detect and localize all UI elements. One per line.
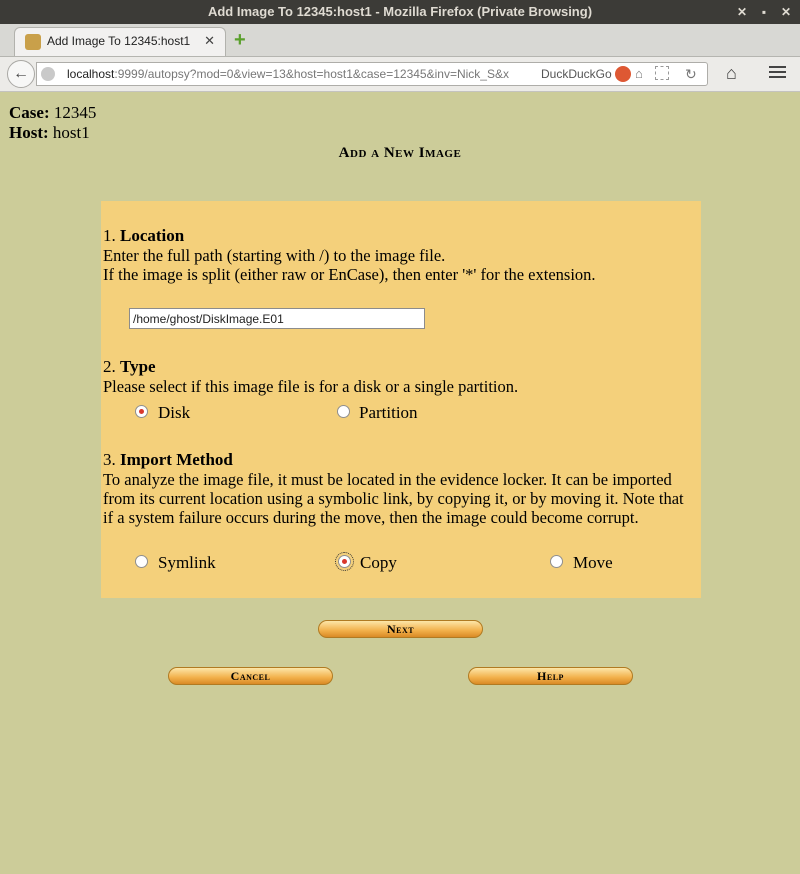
autopsy-favicon-icon [25, 34, 41, 50]
disk-radio[interactable] [135, 405, 148, 418]
qr-code-icon[interactable] [655, 66, 669, 80]
minimize-icon[interactable]: ✕ [734, 4, 750, 20]
move-radio-label: Move [573, 553, 613, 572]
url-text[interactable]: localhost:9999/autopsy?mod=0&view=13&hos… [67, 67, 509, 81]
window-title: Add Image To 12345:host1 - Mozilla Firef… [207, 4, 593, 19]
url-bar[interactable]: localhost:9999/autopsy?mod=0&view=13&hos… [36, 62, 708, 86]
tab-strip: Add Image To 12345:host1 ✕ + [0, 24, 800, 57]
symlink-radio-label: Symlink [158, 553, 216, 572]
new-tab-icon[interactable]: + [234, 30, 246, 50]
case-label: Case: [9, 103, 50, 122]
url-path: :9999/autopsy?mod=0&view=13&host=host1&c… [114, 67, 509, 81]
type-description: Please select if this image file is for … [103, 377, 519, 396]
host-label: Host: [9, 123, 49, 142]
add-image-form: 1. Location Enter the full path (startin… [101, 201, 701, 598]
navigation-bar: ← localhost:9999/autopsy?mod=0&view=13&h… [0, 57, 800, 92]
host-value: host1 [52, 123, 90, 142]
location-split-note: If the image is split (either raw or EnC… [103, 265, 596, 284]
copy-radio-label: Copy [360, 553, 397, 572]
window-controls: ✕ ▪ ✕ [734, 0, 794, 24]
back-arrow-icon: ← [13, 65, 29, 82]
location-section-title: 1. Location [103, 226, 185, 245]
location-instructions: Enter the full path (starting with /) to… [103, 246, 446, 265]
type-section-title: 2. Type [103, 357, 156, 376]
symlink-radio[interactable] [135, 555, 148, 568]
import-section-title: 3. Import Method [103, 450, 233, 469]
partition-radio[interactable] [337, 405, 350, 418]
cancel-button[interactable]: Cancel [168, 667, 333, 685]
browser-tab[interactable]: Add Image To 12345:host1 ✕ [14, 27, 226, 56]
home-small-icon[interactable]: ⌂ [635, 66, 643, 81]
import-description: To analyze the image file, it must be lo… [103, 470, 684, 527]
image-path-input[interactable] [129, 308, 425, 329]
case-info: Case: 12345 [9, 103, 96, 123]
window-titlebar: Add Image To 12345:host1 - Mozilla Firef… [0, 0, 800, 24]
close-icon[interactable]: ✕ [778, 4, 794, 20]
tab-title: Add Image To 12345:host1 [47, 34, 191, 48]
disk-radio-label: Disk [158, 403, 191, 422]
move-radio[interactable] [550, 555, 563, 568]
host-info: Host: host1 [9, 123, 90, 143]
hamburger-menu-icon[interactable] [764, 63, 792, 85]
home-icon[interactable]: ⌂ [726, 63, 737, 84]
back-button[interactable]: ← [7, 60, 35, 88]
partition-radio-label: Partition [359, 403, 418, 422]
maximize-icon[interactable]: ▪ [756, 4, 772, 20]
url-host: localhost [67, 67, 115, 81]
page-title: Add a New Image [338, 145, 462, 161]
reload-icon[interactable]: ↻ [685, 66, 697, 83]
duckduckgo-icon[interactable] [615, 66, 631, 82]
help-button[interactable]: Help [468, 667, 633, 685]
search-engine-label[interactable]: DuckDuckGo [541, 67, 612, 81]
page-content: Case: 12345 Host: host1 Add a New Image … [0, 92, 800, 874]
case-value: 12345 [53, 103, 97, 122]
tab-close-icon[interactable]: ✕ [204, 33, 215, 49]
copy-radio[interactable] [335, 552, 354, 571]
globe-icon [41, 67, 55, 81]
next-button[interactable]: Next [318, 620, 483, 638]
